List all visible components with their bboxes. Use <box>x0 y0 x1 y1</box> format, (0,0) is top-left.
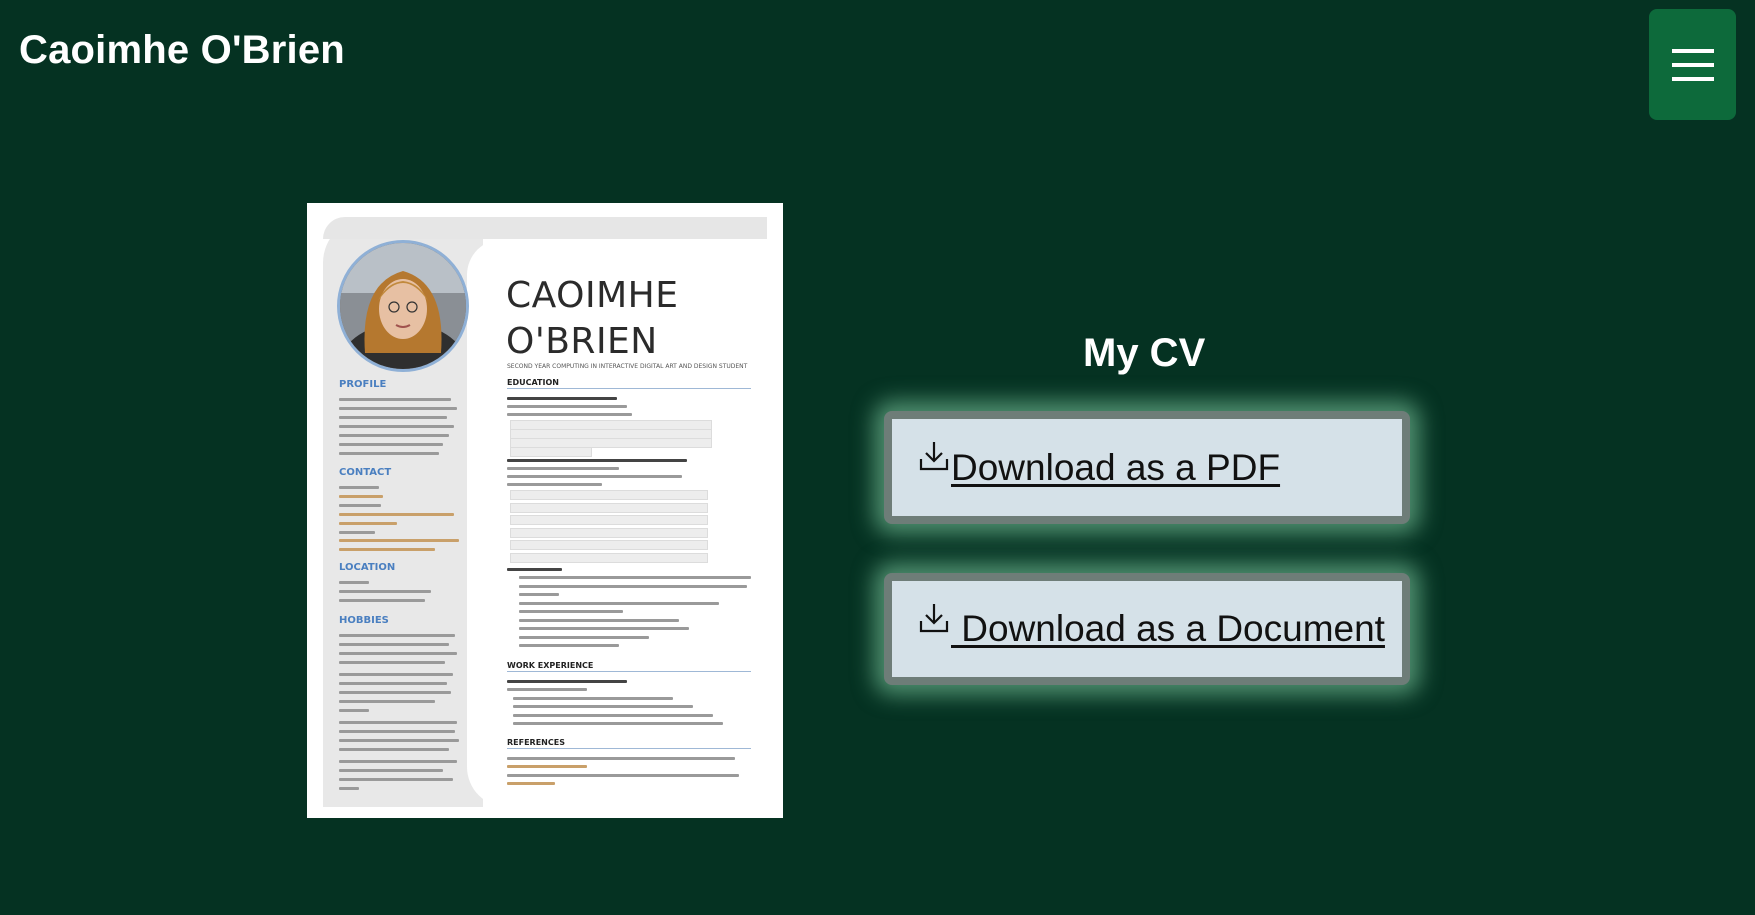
download-pdf-label: Download as a PDF <box>951 446 1281 488</box>
page: Caoimhe O'Brien CAOIMHE O'BRIEN SECOND Y… <box>0 0 1755 915</box>
download-icon <box>919 602 949 639</box>
cv-tagline: SECOND YEAR COMPUTING IN INTERACTIVE DIG… <box>507 363 748 370</box>
cv-heading-hobbies: HOBBIES <box>339 615 389 626</box>
cv-profile-photo <box>337 240 469 372</box>
cv-heading-education: EDUCATION <box>507 378 751 389</box>
hamburger-menu-icon <box>1671 48 1714 81</box>
cv-name-first: CAOIMHE <box>506 275 679 316</box>
cv-preview-image: CAOIMHE O'BRIEN SECOND YEAR COMPUTING IN… <box>307 203 783 818</box>
cv-heading-references: REFERENCES <box>507 738 751 749</box>
download-pdf-button[interactable]: Download as a PDF <box>884 411 1410 524</box>
my-cv-title: My CV <box>1083 331 1206 375</box>
cv-name-last: O'BRIEN <box>506 321 658 362</box>
download-document-button[interactable]: Download as a Document <box>884 573 1410 685</box>
cv-heading-location: LOCATION <box>339 562 396 573</box>
site-title: Caoimhe O'Brien <box>19 28 345 72</box>
cv-top-band <box>323 217 767 239</box>
menu-button[interactable] <box>1649 9 1736 120</box>
cv-heading-profile: PROFILE <box>339 379 387 390</box>
download-document-label: Download as a Document <box>951 608 1385 649</box>
cv-heading-contact: CONTACT <box>339 467 392 478</box>
download-icon <box>919 440 949 477</box>
cv-heading-work-experience: WORK EXPERIENCE <box>507 661 751 672</box>
cv-name: CAOIMHE O'BRIEN <box>506 273 678 365</box>
